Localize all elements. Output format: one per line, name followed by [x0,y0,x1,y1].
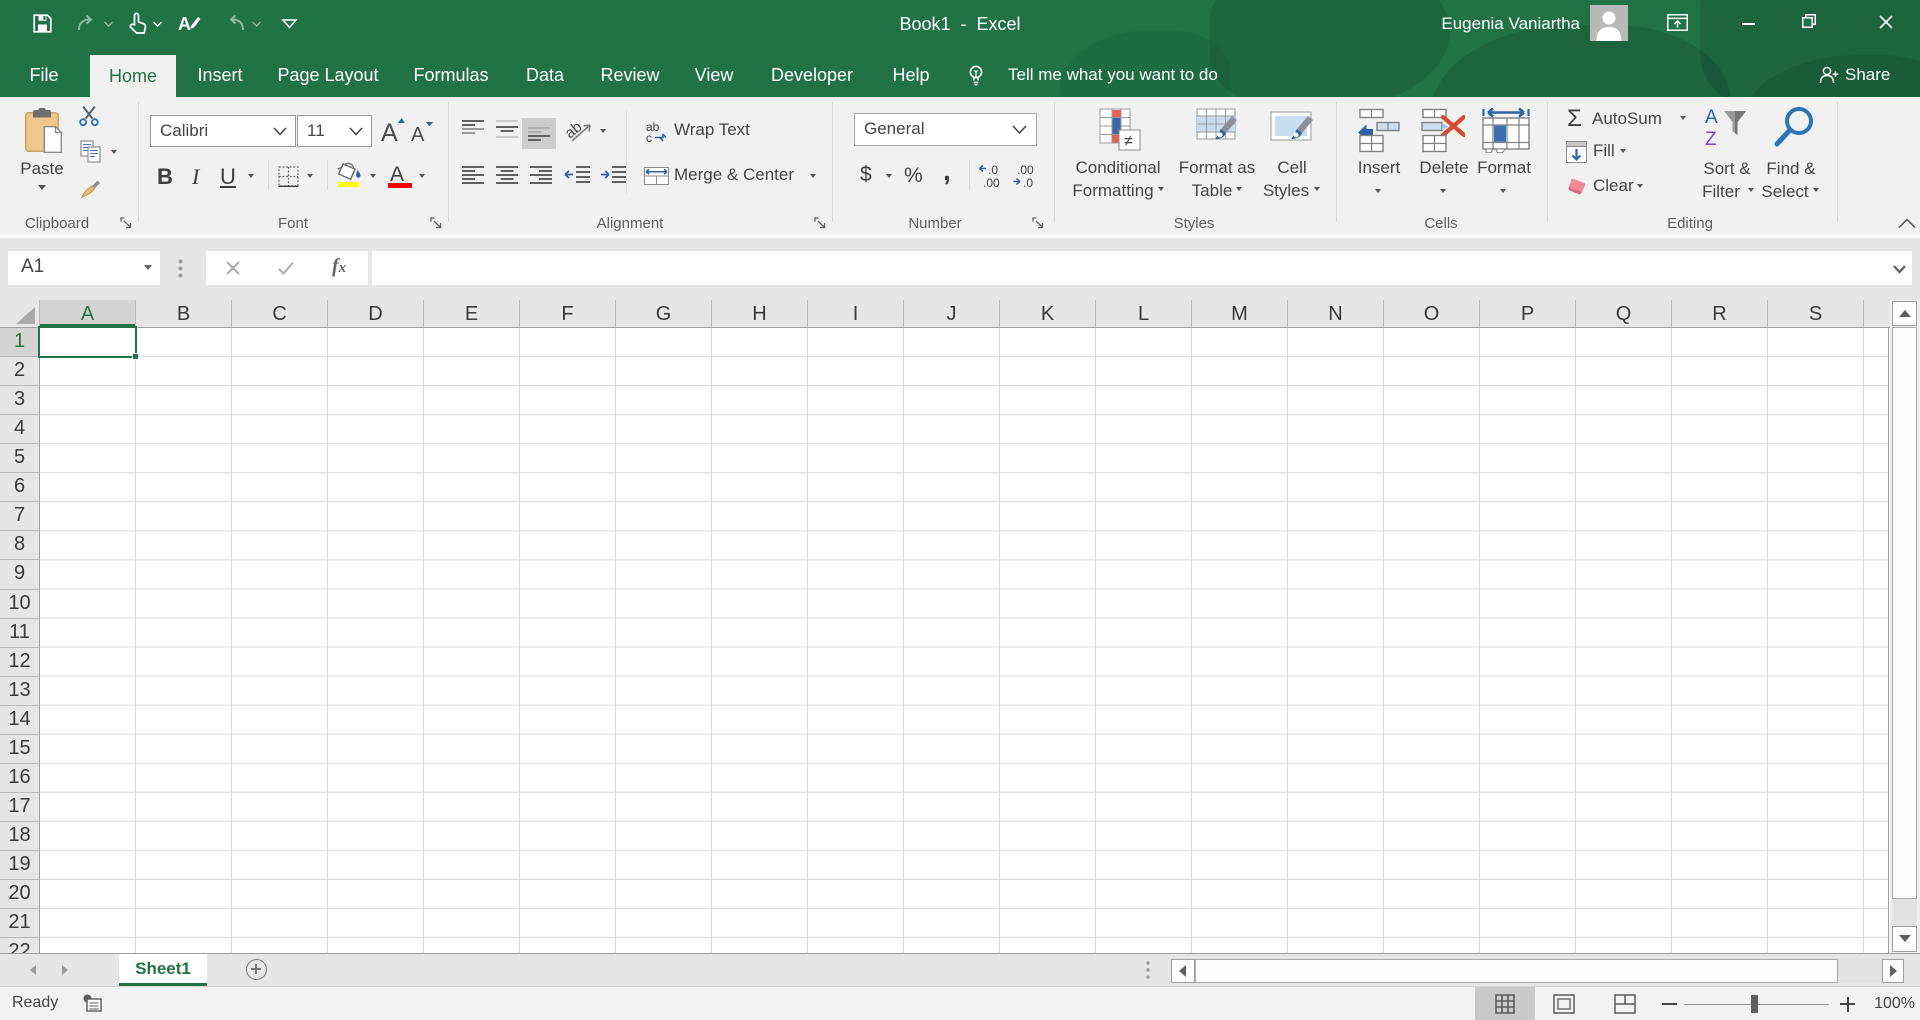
svg-text:.00: .00 [983,176,1000,188]
svg-text:.00: .00 [1017,163,1034,177]
svg-text:.0: .0 [1023,176,1033,188]
svg-text:A: A [381,119,398,144]
svg-text:≠: ≠ [1124,133,1133,150]
svg-text:A: A [390,163,404,186]
svg-text:A: A [178,14,191,34]
svg-text:Z: Z [1705,129,1717,149]
svg-text:.0: .0 [988,163,998,177]
svg-text:c: c [646,131,652,143]
svg-text:A: A [411,124,425,144]
svg-text:A: A [1705,107,1718,128]
